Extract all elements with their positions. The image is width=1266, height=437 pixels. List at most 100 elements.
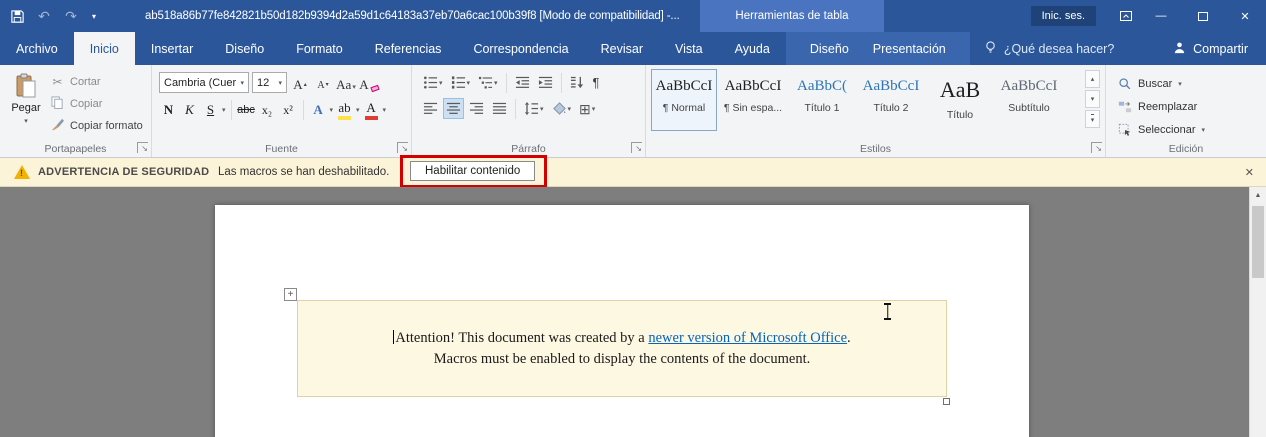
paste-button[interactable]: Pegar ▾ xyxy=(4,69,48,141)
tab-archivo[interactable]: Archivo xyxy=(0,32,74,65)
close-button[interactable]: ✕ xyxy=(1224,0,1266,32)
increase-indent-button[interactable] xyxy=(535,72,556,93)
format-painter-button[interactable]: Copiar formato xyxy=(50,116,143,136)
scroll-up-icon[interactable]: ▲ xyxy=(1250,187,1266,204)
decrease-indent-button[interactable] xyxy=(512,72,533,93)
window-title: ab518a86b77fe842821b50d182b9394d2a59d1c6… xyxy=(145,10,680,22)
bullets-button[interactable]: ▾ xyxy=(420,72,446,93)
find-button[interactable]: Buscar ▾ xyxy=(1118,75,1205,93)
style-subtitulo[interactable]: AaBbCcI Subtítulo xyxy=(996,69,1062,131)
align-center-button[interactable] xyxy=(443,98,464,119)
style-name: ¶ Normal xyxy=(662,101,706,114)
text-effects-dropdown-icon[interactable]: ▾ xyxy=(330,106,334,114)
undo-icon[interactable]: ↶ xyxy=(33,5,55,27)
share-button[interactable]: Compartir xyxy=(1173,32,1248,65)
gallery-more-icon[interactable]: ▾ xyxy=(1085,110,1100,128)
style-normal[interactable]: AaBbCcI ¶ Normal xyxy=(651,69,717,131)
select-button[interactable]: Seleccionar ▾ xyxy=(1118,121,1205,139)
ribbon-display-options-icon[interactable] xyxy=(1112,0,1140,32)
style-sin-espaciado[interactable]: AaBbCcI ¶ Sin espa... xyxy=(720,69,786,131)
clear-formatting-button[interactable]: A xyxy=(359,72,380,93)
tab-ayuda[interactable]: Ayuda xyxy=(719,32,786,65)
tab-inicio[interactable]: Inicio xyxy=(73,32,135,65)
style-titulo[interactable]: AaB Título xyxy=(927,69,993,131)
table-resize-handle[interactable] xyxy=(943,398,950,405)
estilos-dialog-launcher-icon[interactable]: ↘ xyxy=(1091,142,1102,153)
font-size-combo[interactable]: 12 ▾ xyxy=(252,72,287,93)
numbering-dropdown-icon: ▾ xyxy=(466,79,471,87)
highlight-button[interactable]: ab xyxy=(335,99,354,122)
grow-arrow-icon: ▴ xyxy=(303,82,307,89)
table-move-handle[interactable]: + xyxy=(284,288,297,301)
font-name-dropdown-icon: ▾ xyxy=(240,79,244,87)
paragraph-row-1: ▾ ▾ ▾ ¶ xyxy=(420,72,603,93)
warning-close-icon[interactable]: ✕ xyxy=(1245,158,1254,186)
font-color-dropdown-icon[interactable]: ▾ xyxy=(383,106,387,114)
underline-dropdown-icon[interactable]: ▾ xyxy=(222,106,226,114)
multilevel-list-button[interactable]: ▾ xyxy=(475,72,501,93)
style-titulo-2[interactable]: AaBbCcI Título 2 xyxy=(858,69,924,131)
save-icon[interactable] xyxy=(6,5,28,27)
align-right-icon xyxy=(469,102,484,114)
numbering-button[interactable]: ▾ xyxy=(448,72,474,93)
line-spacing-button[interactable]: ▾ xyxy=(521,98,547,119)
text-effects-button[interactable]: A xyxy=(309,99,328,122)
align-right-button[interactable] xyxy=(466,98,487,119)
italic-button[interactable]: K xyxy=(180,99,199,122)
minimize-button[interactable]: — xyxy=(1140,0,1182,32)
shrink-font-button[interactable]: A ▾ xyxy=(313,72,333,93)
subscript-button[interactable]: x₂ xyxy=(258,99,277,122)
titlebar: ↶ ↷ ▾ ab518a86b77fe842821b50d182b9394d2a… xyxy=(0,0,1266,32)
replace-icon xyxy=(1118,101,1132,113)
strikethrough-button[interactable]: abc xyxy=(237,99,256,122)
macro-banner-cell[interactable]: Attention! This document was created by … xyxy=(297,300,947,397)
select-dropdown-icon: ▾ xyxy=(1201,127,1205,134)
align-left-button[interactable] xyxy=(420,98,441,119)
office-version-link[interactable]: newer version of Microsoft Office xyxy=(648,330,847,346)
bold-button[interactable]: N xyxy=(159,99,178,122)
style-titulo-1[interactable]: AaBbC( Título 1 xyxy=(789,69,855,131)
parrafo-dialog-launcher-icon[interactable]: ↘ xyxy=(631,142,642,153)
fuente-dialog-launcher-icon[interactable]: ↘ xyxy=(397,142,408,153)
sign-in-button[interactable]: Inic. ses. xyxy=(1030,6,1096,26)
sort-button[interactable] xyxy=(567,72,588,93)
tab-correspondencia[interactable]: Correspondencia xyxy=(457,32,584,65)
borders-button[interactable]: ⊞ ▾ xyxy=(576,98,598,119)
customize-qat-icon[interactable]: ▾ xyxy=(87,5,101,27)
tab-referencias[interactable]: Referencias xyxy=(359,32,458,65)
change-case-button[interactable]: Aa ▾ xyxy=(336,72,356,93)
grow-font-button[interactable]: A ▴ xyxy=(290,72,310,93)
tab-insertar[interactable]: Insertar xyxy=(135,32,209,65)
font-color-button[interactable]: A xyxy=(362,99,381,122)
gallery-scroll-up-icon[interactable]: ▴ xyxy=(1085,70,1100,88)
group-edicion: Buscar ▾ Reemplazar Seleccionar ▾ Edició… xyxy=(1106,65,1266,157)
portapapeles-dialog-launcher-icon[interactable]: ↘ xyxy=(137,142,148,153)
justify-button[interactable] xyxy=(489,98,510,119)
vertical-scrollbar[interactable]: ▲ xyxy=(1249,187,1266,437)
tab-diseno-tabla[interactable]: Diseño xyxy=(798,32,861,65)
shading-button[interactable]: ▾ xyxy=(549,98,575,119)
font-name-combo[interactable]: Cambria (Cuer ▾ xyxy=(159,72,249,93)
show-formatting-marks-button[interactable]: ¶ xyxy=(590,72,603,93)
highlight-dropdown-icon[interactable]: ▾ xyxy=(356,106,360,114)
copy-label: Copiar xyxy=(70,98,103,110)
scrollbar-thumb[interactable] xyxy=(1252,206,1264,278)
underline-button[interactable]: S xyxy=(201,99,220,122)
superscript-button[interactable]: x² xyxy=(279,99,298,122)
replace-button[interactable]: Reemplazar xyxy=(1118,98,1205,116)
copy-button[interactable]: Copiar xyxy=(50,94,143,114)
document-page[interactable]: + Attention! This document was created b… xyxy=(215,205,1029,437)
tab-formato[interactable]: Formato xyxy=(280,32,359,65)
tab-diseno[interactable]: Diseño xyxy=(209,32,280,65)
maximize-button[interactable] xyxy=(1182,0,1224,32)
tab-presentacion-tabla[interactable]: Presentación xyxy=(861,32,958,65)
redo-icon[interactable]: ↷ xyxy=(60,5,82,27)
tab-revisar[interactable]: Revisar xyxy=(585,32,659,65)
gallery-scroll-down-icon[interactable]: ▾ xyxy=(1085,90,1100,108)
enable-content-button[interactable]: Habilitar contenido xyxy=(410,161,536,181)
cut-button[interactable]: ✂ Cortar xyxy=(50,72,143,92)
tab-vista[interactable]: Vista xyxy=(659,32,719,65)
format-painter-label: Copiar formato xyxy=(70,120,143,132)
tell-me-box[interactable]: ¿Qué desea hacer? xyxy=(984,32,1114,65)
banner-text-before-link: Attention! This document was created by … xyxy=(395,330,649,346)
